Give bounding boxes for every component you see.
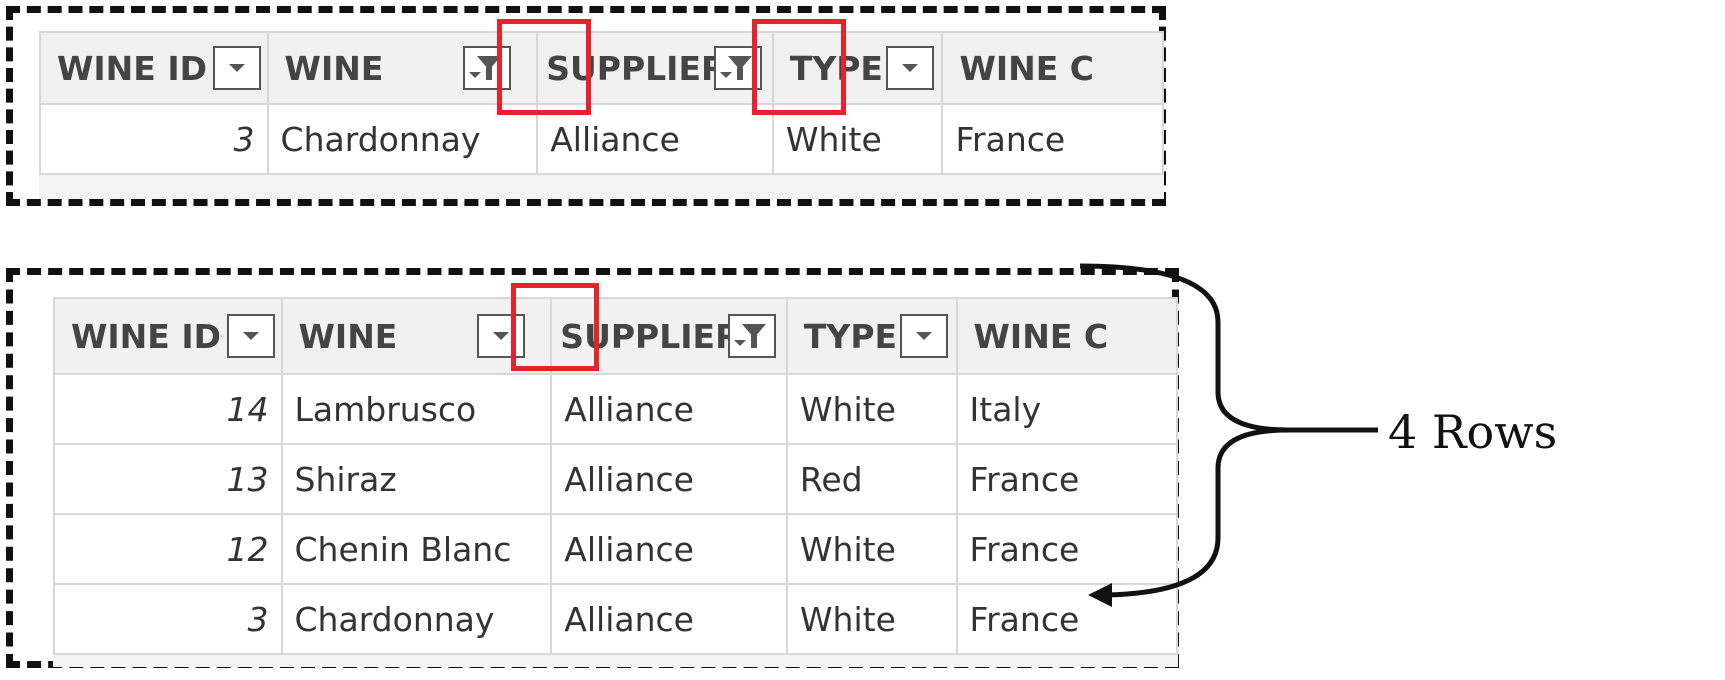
cell-wine: Lambrusco (280, 373, 553, 445)
wine-dropdown-highlight (511, 283, 599, 371)
type-dropdown-button[interactable] (885, 46, 934, 90)
arrow-head-icon (1088, 583, 1112, 607)
cell-wine: Shiraz (280, 443, 553, 515)
bracket-lower-arm (1107, 427, 1289, 598)
table-row[interactable]: 14 Lambrusco Alliance White Italy (53, 373, 1178, 445)
filter-icon (720, 54, 754, 82)
cell-wine-id: 13 (53, 443, 283, 515)
wine-id-dropdown-button[interactable] (213, 46, 261, 90)
wine-id-dropdown-button[interactable] (227, 314, 275, 358)
cell-wine-id: 14 (53, 373, 283, 445)
cell-wine-id: 3 (53, 583, 283, 655)
column-header-label: WINE ID (57, 48, 207, 88)
cell-wine: Chardonnay (280, 583, 553, 655)
cell-wine: Chenin Blanc (280, 513, 553, 585)
column-header-label: WINE (284, 48, 384, 88)
table-row[interactable]: 13 Shiraz Alliance Red France (53, 443, 1178, 515)
cell-supplier: Alliance (550, 443, 788, 515)
cell-type: White (785, 513, 958, 585)
chevron-down-icon (229, 64, 245, 72)
column-header-type[interactable]: TYPE (785, 297, 958, 375)
table-row[interactable]: 3 Chardonnay Alliance White France (53, 583, 1178, 655)
column-header-label: WINE ID (71, 316, 221, 356)
column-header-wine-id[interactable]: WINE ID (53, 297, 283, 375)
column-header-label: WINE (298, 316, 398, 356)
rows-count-label: 4 Rows (1388, 405, 1558, 459)
cell-supplier: Alliance (550, 513, 788, 585)
cell-type: Red (785, 443, 958, 515)
table-row[interactable]: 3 Chardonnay Alliance White France (39, 103, 1164, 175)
column-header-wine-country[interactable]: WINE C (941, 31, 1164, 105)
chevron-down-icon (243, 332, 259, 340)
filter-icon (734, 322, 768, 350)
top-grid: WINE ID WINE SUPPLIER TYPE WINE C 3 Char… (39, 31, 1164, 199)
cell-supplier: Alliance (550, 373, 788, 445)
cell-supplier: Alliance (550, 583, 788, 655)
top-data-table: WINE ID WINE SUPPLIER TYPE WINE C 3 Char… (39, 31, 1164, 175)
type-dropdown-button[interactable] (899, 314, 948, 358)
wine-filter-highlight (497, 19, 591, 115)
column-header-wine-id[interactable]: WINE ID (39, 31, 269, 105)
cell-wine-id: 12 (53, 513, 283, 585)
cell-wine-id: 3 (39, 103, 269, 175)
column-header-label: WINE C (959, 48, 1095, 88)
bottom-grid: WINE ID WINE SUPPLIER TYPE WINE C 14 Lam… (53, 297, 1178, 667)
table-row[interactable]: 12 Chenin Blanc Alliance White France (53, 513, 1178, 585)
cell-type: White (785, 583, 958, 655)
bottom-data-table: WINE ID WINE SUPPLIER TYPE WINE C 14 Lam… (53, 297, 1178, 655)
supplier-filter-button[interactable] (728, 314, 777, 358)
cell-type: White (785, 373, 958, 445)
column-header-label: TYPE (803, 316, 898, 356)
supplier-filter-highlight (752, 19, 846, 115)
top-filtered-table-panel: WINE ID WINE SUPPLIER TYPE WINE C 3 Char… (6, 6, 1166, 206)
cell-country: France (941, 103, 1164, 175)
bottom-table-panel: WINE ID WINE SUPPLIER TYPE WINE C 14 Lam… (6, 268, 1179, 668)
rows-bracket (1079, 263, 1378, 607)
chevron-down-icon (915, 332, 932, 340)
bracket-upper-arm (1079, 263, 1378, 433)
chevron-down-icon (492, 332, 509, 340)
chevron-down-icon (901, 64, 918, 72)
